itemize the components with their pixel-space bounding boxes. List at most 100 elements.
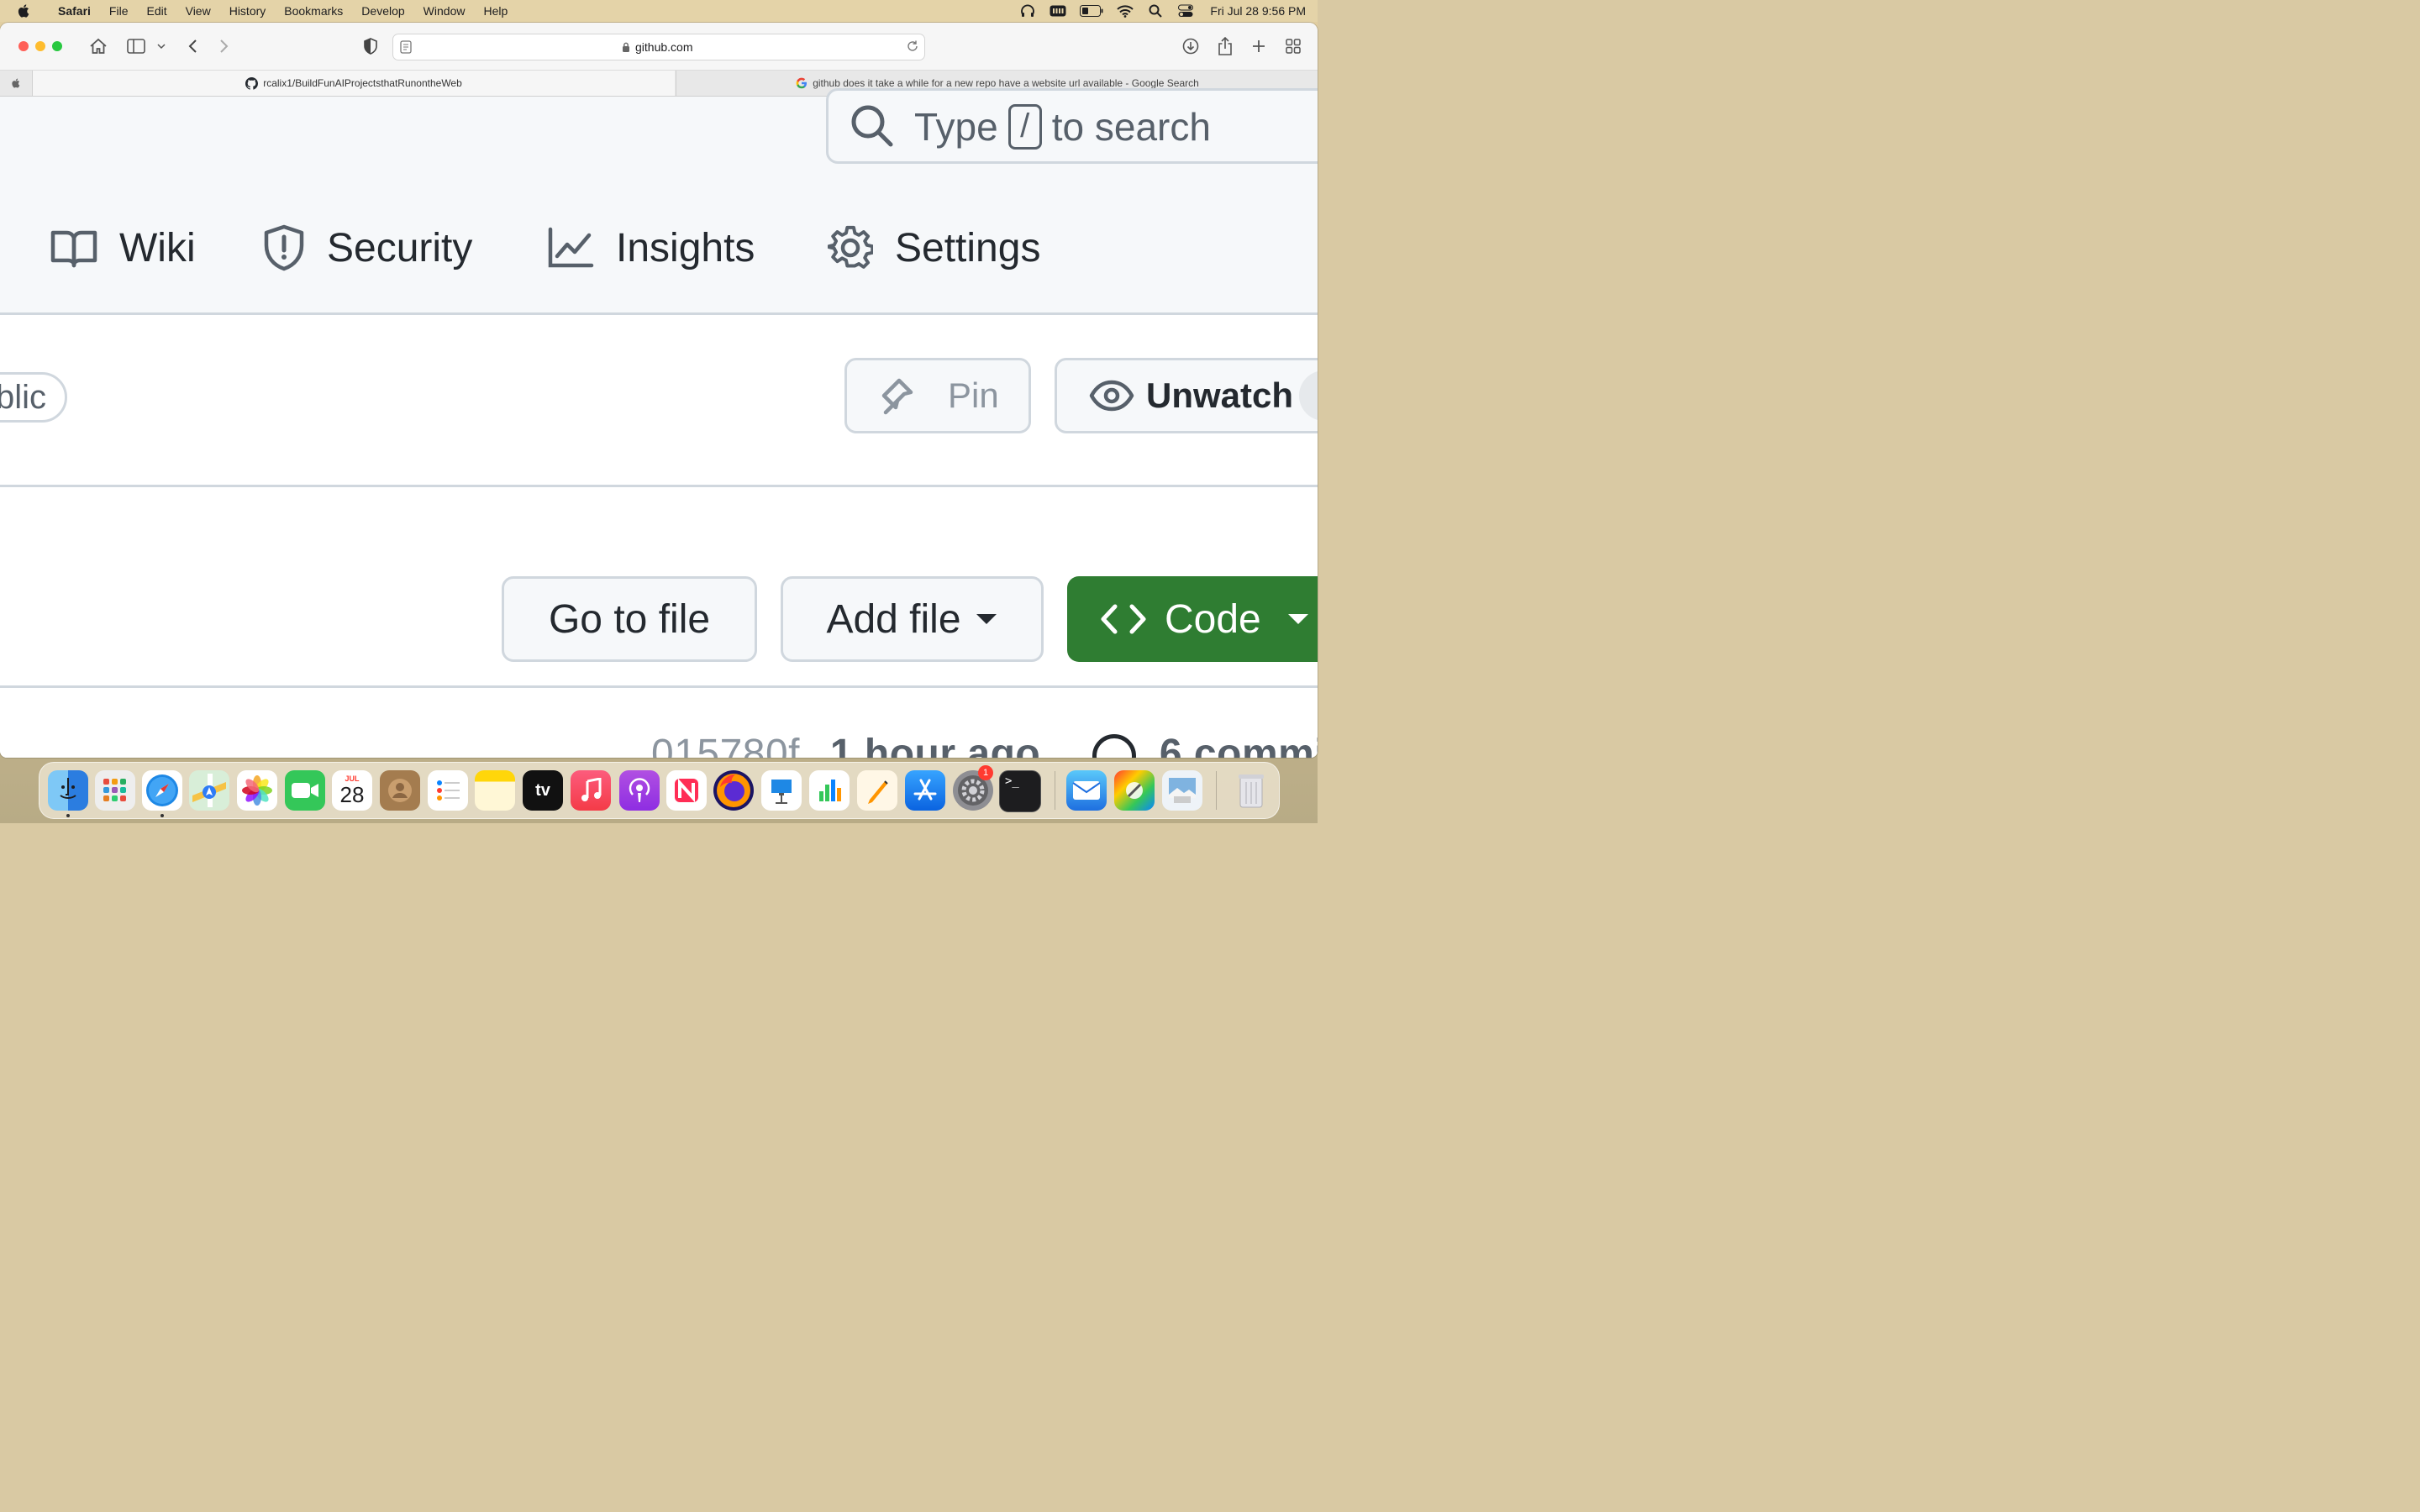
reminders-icon[interactable]: [428, 770, 468, 811]
add-file-button[interactable]: Add file: [781, 576, 1044, 662]
menu-help[interactable]: Help: [474, 0, 517, 22]
go-to-file-label: Go to file: [548, 596, 711, 642]
sidebar-toggle-icon[interactable]: [126, 36, 146, 56]
close-window-button[interactable]: [18, 41, 29, 51]
firefox-icon[interactable]: [713, 770, 754, 811]
repo-header: Type / to search Wiki Security Insights …: [0, 88, 1318, 315]
lock-icon: [623, 42, 629, 52]
code-label: Code: [1165, 596, 1261, 642]
tab-wiki[interactable]: Wiki: [50, 223, 196, 273]
zoom-window-button[interactable]: [52, 41, 62, 51]
preview-icon[interactable]: [1162, 770, 1202, 811]
tab-insights-label: Insights: [616, 225, 755, 270]
colorsync-icon[interactable]: [1114, 770, 1155, 811]
code-button[interactable]: Code: [1067, 576, 1318, 662]
unwatch-button[interactable]: Unwatch: [1055, 358, 1318, 433]
home-icon[interactable]: [88, 36, 108, 56]
menu-develop[interactable]: Develop: [352, 0, 413, 22]
control-center-icon[interactable]: [1176, 4, 1195, 18]
podcasts-icon[interactable]: [619, 770, 660, 811]
back-icon[interactable]: [182, 36, 203, 56]
menu-window[interactable]: Window: [414, 0, 475, 22]
contacts-icon[interactable]: [380, 770, 420, 811]
news-icon[interactable]: [666, 770, 707, 811]
go-to-file-button[interactable]: Go to file: [502, 576, 757, 662]
commit-hash[interactable]: 015780f: [651, 732, 800, 758]
launchpad-icon[interactable]: [95, 770, 135, 811]
tab-overview-icon[interactable]: [1283, 36, 1303, 56]
gear-icon: [828, 225, 873, 269]
graph-icon: [548, 227, 594, 268]
tab-insights[interactable]: Insights: [547, 223, 755, 273]
facetime-icon[interactable]: [285, 770, 325, 811]
share-icon[interactable]: [1215, 36, 1235, 56]
divider: [0, 685, 1318, 688]
commit-time: 1 hour ago: [829, 732, 1041, 758]
history-icon[interactable]: [1092, 734, 1137, 758]
maps-icon[interactable]: [189, 770, 229, 811]
tab-security[interactable]: Security: [263, 223, 472, 273]
search-shortcut-key: /: [1007, 104, 1042, 150]
search-input[interactable]: Type / to search: [826, 88, 1318, 164]
tab-github-repo[interactable]: rcalix1/BuildFunAIProjectsthatRunontheWe…: [33, 71, 675, 96]
notes-icon[interactable]: [475, 770, 515, 811]
latest-commit-row: 015780f 1 hour ago 6 commits: [651, 731, 1318, 758]
privacy-shield-icon[interactable]: [360, 36, 381, 56]
mail-icon[interactable]: [1066, 770, 1107, 811]
pin-icon: [881, 378, 913, 415]
tab-settings[interactable]: Settings: [828, 223, 1040, 273]
menu-bookmarks[interactable]: Bookmarks: [275, 0, 352, 22]
menu-clock[interactable]: Fri Jul 28 9:56 PM: [1210, 4, 1306, 18]
safari-running-indicator: [160, 814, 164, 817]
wifi-icon[interactable]: [1116, 4, 1134, 18]
safari-toolbar: github.com: [0, 23, 1318, 71]
numbers-icon[interactable]: [809, 770, 850, 811]
tv-label: tv: [535, 780, 550, 800]
pin-label: Pin: [948, 375, 999, 415]
menu-edit[interactable]: Edit: [137, 0, 176, 22]
apple-tv-icon[interactable]: tv: [523, 770, 563, 811]
chevron-down-icon[interactable]: [151, 36, 171, 56]
pages-icon[interactable]: [857, 770, 897, 811]
downloads-icon[interactable]: [1181, 36, 1201, 56]
search-icon: [851, 105, 893, 147]
apple-menu-icon[interactable]: [17, 3, 32, 18]
reload-icon[interactable]: [906, 39, 919, 53]
app-store-icon[interactable]: [905, 770, 945, 811]
battery-icon[interactable]: [1079, 4, 1104, 18]
finder-icon[interactable]: [48, 770, 88, 811]
tab-security-label: Security: [327, 225, 473, 270]
photos-icon[interactable]: [237, 770, 277, 811]
github-icon: [245, 76, 259, 90]
trash-icon[interactable]: [1231, 770, 1271, 811]
spotlight-search-icon[interactable]: [1146, 4, 1165, 18]
commit-count-link[interactable]: 6 commits: [1160, 732, 1318, 758]
minimize-window-button[interactable]: [35, 41, 45, 51]
pinned-tab-apple[interactable]: [0, 71, 33, 96]
finder-running-indicator: [66, 814, 70, 817]
menu-file[interactable]: File: [100, 0, 138, 22]
calendar-icon[interactable]: JUL 28: [332, 770, 372, 811]
terminal-icon[interactable]: >_: [999, 770, 1041, 812]
visibility-label: blic: [0, 378, 46, 416]
menu-bar: Safari File Edit View History Bookmarks …: [0, 0, 1318, 22]
menu-history[interactable]: History: [220, 0, 276, 22]
music-icon[interactable]: [571, 770, 611, 811]
address-bar[interactable]: github.com: [392, 34, 925, 60]
watch-count-bubble: [1299, 370, 1318, 421]
settings-badge: 1: [978, 765, 993, 780]
menu-view[interactable]: View: [176, 0, 220, 22]
new-tab-icon[interactable]: [1249, 36, 1269, 56]
safari-icon[interactable]: [142, 770, 182, 811]
caret-down-icon: [976, 614, 997, 624]
url-text[interactable]: github.com: [635, 40, 692, 54]
airplay-audio-icon[interactable]: [1018, 4, 1037, 18]
keyboard-icon[interactable]: [1049, 4, 1067, 18]
search-placeholder-suffix: to search: [1051, 105, 1211, 149]
forward-icon[interactable]: [214, 36, 234, 56]
reader-icon[interactable]: [400, 40, 412, 54]
menu-app-safari[interactable]: Safari: [49, 0, 100, 22]
pin-button[interactable]: Pin: [844, 358, 1031, 433]
system-settings-icon[interactable]: 1: [953, 765, 993, 811]
keynote-icon[interactable]: [761, 770, 802, 811]
